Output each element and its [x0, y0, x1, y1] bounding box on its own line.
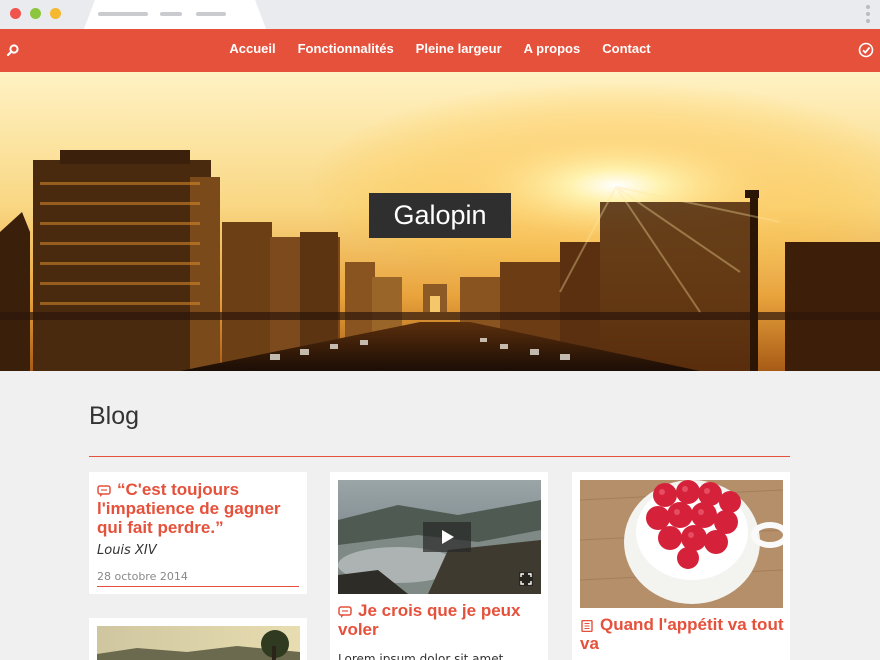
- post-title[interactable]: “C'est toujours l'impatience de gagner q…: [97, 480, 302, 537]
- site-title[interactable]: Galopin: [369, 193, 511, 238]
- check-circle-icon[interactable]: [858, 42, 874, 58]
- post-title[interactable]: Quand l'appétit va tout va: [580, 615, 785, 653]
- site-navbar: Accueil Fonctionnalités Pleine largeur A…: [0, 29, 880, 72]
- nav-item-pleine-largeur[interactable]: Pleine largeur: [405, 41, 513, 56]
- raspberry-cup-image: [580, 480, 783, 608]
- post-title-text: “C'est toujours l'impatience de gagner q…: [97, 480, 281, 537]
- tab-placeholder-line: [160, 12, 182, 16]
- post-card-quote[interactable]: “C'est toujours l'impatience de gagner q…: [89, 472, 307, 594]
- document-icon: [581, 619, 593, 632]
- browser-chrome: [0, 0, 880, 29]
- browser-menu-icon[interactable]: [866, 5, 870, 23]
- post-thumbnail[interactable]: [580, 480, 783, 608]
- post-date: 28 octobre 2014: [97, 570, 188, 583]
- nav-item-fonctionnalites[interactable]: Fonctionnalités: [287, 41, 405, 56]
- hero-banner: Galopin: [0, 72, 880, 371]
- heading-divider: [89, 456, 790, 457]
- video-thumbnail[interactable]: [338, 480, 541, 594]
- close-window-button[interactable]: [10, 8, 21, 19]
- play-button[interactable]: [423, 522, 471, 552]
- play-icon: [442, 530, 454, 544]
- speech-bubble-icon: [97, 484, 111, 497]
- landscape-tree-image: [97, 626, 300, 660]
- minimize-window-button[interactable]: [30, 8, 41, 19]
- speech-bubble-icon: [338, 605, 352, 618]
- post-card-image[interactable]: [89, 618, 307, 660]
- tab-placeholder-line: [98, 12, 148, 16]
- post-card-video[interactable]: Je crois que je peux voler Lorem ipsum d…: [330, 472, 548, 660]
- post-divider: [97, 586, 299, 587]
- nav-item-accueil[interactable]: Accueil: [218, 41, 286, 56]
- expand-icon[interactable]: [519, 572, 533, 586]
- browser-tab[interactable]: [84, 0, 266, 29]
- maximize-window-button[interactable]: [50, 8, 61, 19]
- tab-placeholder-line: [196, 12, 226, 16]
- post-title[interactable]: Je crois que je peux voler: [338, 601, 543, 639]
- post-title-text: Quand l'appétit va tout va: [580, 615, 784, 653]
- post-title-text: Je crois que je peux voler: [338, 601, 521, 639]
- nav-item-contact[interactable]: Contact: [591, 41, 661, 56]
- page-title: Blog: [89, 402, 140, 430]
- post-card-standard[interactable]: Quand l'appétit va tout va: [572, 472, 790, 660]
- main-menu: Accueil Fonctionnalités Pleine largeur A…: [0, 41, 880, 56]
- quote-author: Louis XIV: [97, 543, 157, 558]
- post-excerpt: Lorem ipsum dolor sit amet: [338, 652, 504, 660]
- nav-item-a-propos[interactable]: A propos: [513, 41, 592, 56]
- post-thumbnail[interactable]: [97, 626, 300, 660]
